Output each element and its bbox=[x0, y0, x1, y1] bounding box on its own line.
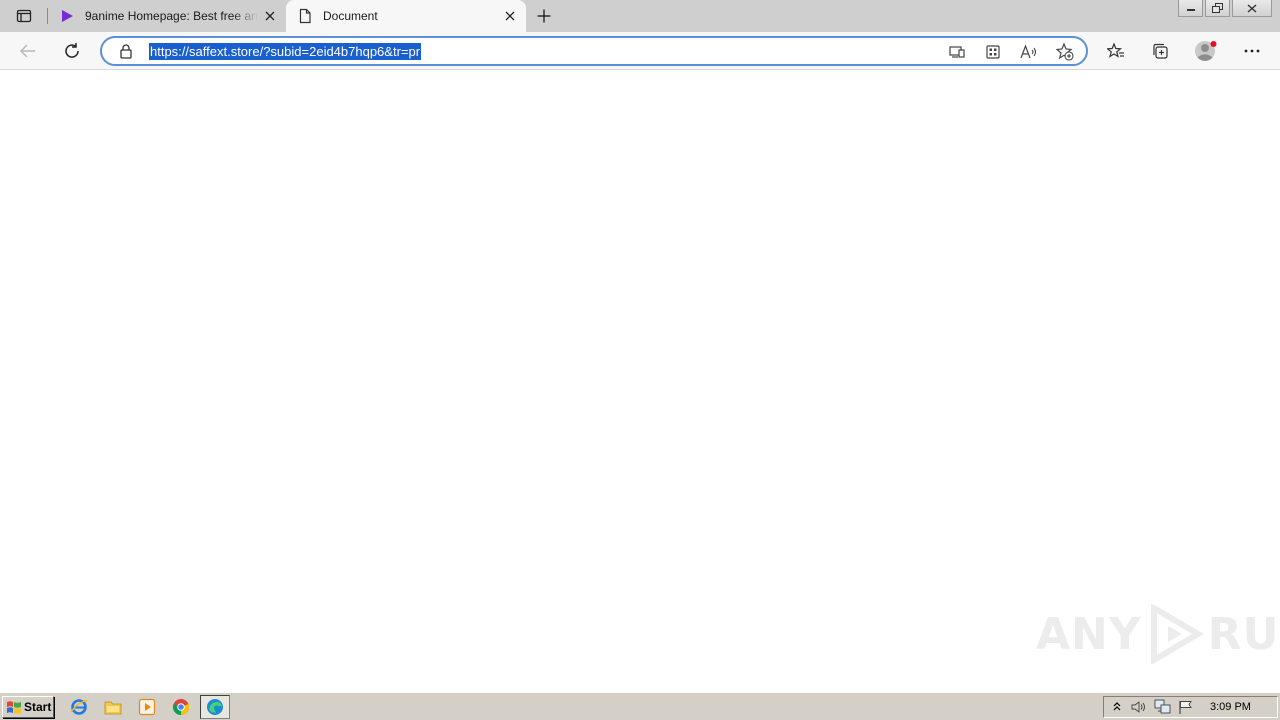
media-player-icon[interactable] bbox=[136, 696, 158, 718]
collections-button[interactable] bbox=[1144, 35, 1176, 67]
window-controls bbox=[1178, 0, 1272, 18]
clock[interactable]: 3:09 PM bbox=[1210, 701, 1251, 713]
tab-actions-icon bbox=[16, 9, 32, 23]
page-content bbox=[0, 71, 1280, 692]
app-available-icon[interactable] bbox=[946, 41, 968, 63]
minimize-button[interactable] bbox=[1178, 0, 1203, 17]
windows-logo-icon bbox=[6, 700, 22, 715]
profile-icon bbox=[1195, 41, 1217, 61]
tab-title: Document bbox=[323, 9, 378, 23]
more-icon bbox=[1244, 49, 1260, 53]
file-explorer-icon[interactable] bbox=[102, 696, 124, 718]
close-tab-button[interactable] bbox=[498, 4, 522, 28]
internet-explorer-icon[interactable] bbox=[68, 696, 90, 718]
new-tab-button[interactable] bbox=[531, 4, 557, 28]
close-icon bbox=[1247, 3, 1257, 13]
tab-strip: 9anime Homepage: Best free anime Documen… bbox=[0, 0, 1280, 32]
plus-icon bbox=[537, 9, 551, 23]
page-icon bbox=[297, 8, 313, 24]
back-button[interactable] bbox=[12, 35, 44, 67]
anyrun-watermark: ANY RUN bbox=[1036, 604, 1280, 664]
read-aloud-icon[interactable] bbox=[1018, 41, 1040, 63]
tab-separator bbox=[47, 8, 48, 24]
start-button[interactable]: Start bbox=[2, 696, 54, 718]
minimize-icon bbox=[1186, 9, 1195, 11]
add-favorite-icon[interactable] bbox=[1054, 41, 1076, 63]
network-icon[interactable] bbox=[1153, 698, 1173, 716]
show-hidden-icon[interactable] bbox=[1107, 698, 1127, 716]
play-icon bbox=[59, 8, 75, 24]
tab-actions-button[interactable] bbox=[8, 4, 40, 28]
favorites-icon bbox=[1107, 43, 1124, 58]
chrome-icon[interactable] bbox=[170, 696, 192, 718]
apps-grid-icon[interactable] bbox=[982, 41, 1004, 63]
favorites-button[interactable] bbox=[1100, 35, 1132, 67]
close-icon bbox=[265, 11, 275, 21]
watermark-left: ANY bbox=[1036, 608, 1142, 660]
url-text[interactable]: https://saffext.store/?subid=2eid4b7hqp6… bbox=[149, 43, 422, 60]
back-arrow-icon bbox=[19, 44, 35, 58]
close-tab-button[interactable] bbox=[258, 4, 282, 28]
watermark-right: RUN bbox=[1207, 608, 1280, 660]
refresh-icon bbox=[65, 43, 79, 58]
taskbar: Start 3:09 PM bbox=[0, 692, 1280, 720]
watermark-play-icon bbox=[1150, 604, 1204, 664]
tab-document[interactable]: Document bbox=[286, 0, 526, 32]
lock-icon[interactable] bbox=[118, 43, 134, 59]
tab-title: 9anime Homepage: Best free anime bbox=[85, 9, 258, 23]
edge-icon[interactable] bbox=[200, 695, 230, 719]
action-center-flag-icon[interactable] bbox=[1176, 698, 1196, 716]
refresh-button[interactable] bbox=[56, 35, 88, 67]
close-window-button[interactable] bbox=[1232, 0, 1272, 17]
system-tray: 3:09 PM bbox=[1103, 696, 1278, 718]
tab-9anime[interactable]: 9anime Homepage: Best free anime bbox=[50, 0, 286, 32]
restore-button[interactable] bbox=[1205, 0, 1230, 17]
close-icon bbox=[505, 11, 515, 21]
more-button[interactable] bbox=[1236, 35, 1268, 67]
profile-button[interactable] bbox=[1190, 35, 1222, 67]
browser-toolbar: https://saffext.store/?subid=2eid4b7hqp6… bbox=[0, 32, 1280, 70]
volume-icon[interactable] bbox=[1130, 698, 1150, 716]
restore-icon bbox=[1212, 3, 1223, 13]
address-bar[interactable]: https://saffext.store/?subid=2eid4b7hqp6… bbox=[100, 36, 1088, 66]
collections-icon bbox=[1153, 43, 1168, 59]
start-label: Start bbox=[24, 700, 52, 714]
